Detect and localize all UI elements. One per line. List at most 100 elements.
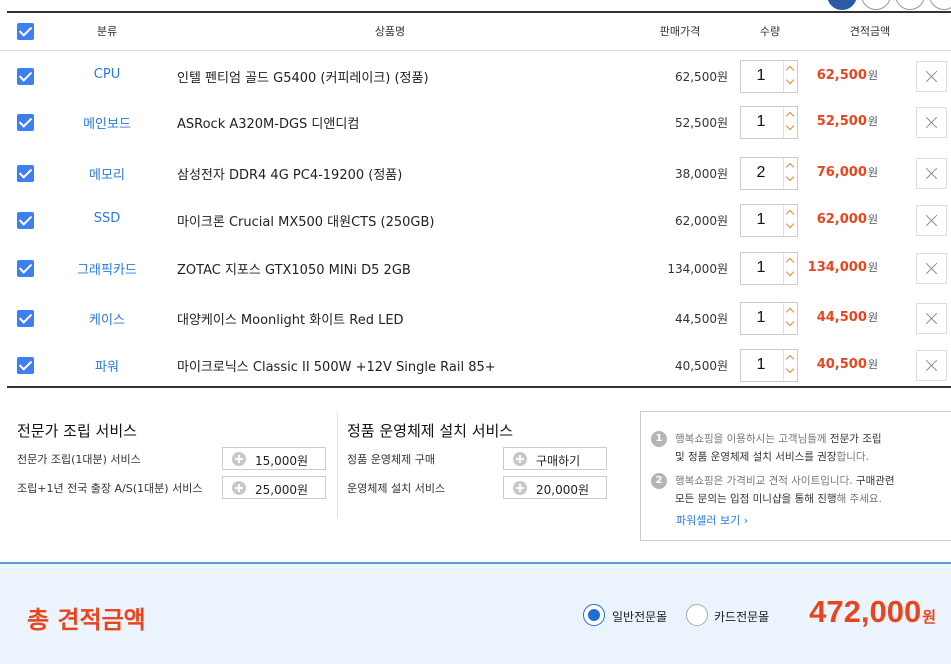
quantity-stepper[interactable]: 1 bbox=[740, 106, 798, 139]
chevron-updown-icon[interactable] bbox=[783, 350, 797, 381]
row-estimate: 62,500원 bbox=[817, 67, 878, 83]
decrease-arrow-icon[interactable] bbox=[785, 364, 795, 374]
increase-arrow-icon[interactable] bbox=[785, 354, 795, 364]
row-estimate-value: 52,500 bbox=[816, 114, 867, 129]
increase-arrow-icon[interactable] bbox=[785, 65, 795, 75]
page-dot[interactable] bbox=[895, 0, 925, 10]
assembly-as-option-button[interactable]: 25,000원 bbox=[222, 476, 326, 499]
row-category[interactable]: 메인보드 bbox=[67, 113, 147, 132]
row-estimate-value: 76,000 bbox=[816, 165, 867, 180]
chevron-updown-icon[interactable] bbox=[783, 61, 797, 92]
close-icon[interactable] bbox=[916, 107, 947, 138]
decrease-arrow-icon[interactable] bbox=[785, 219, 795, 229]
chevron-updown-icon[interactable] bbox=[783, 253, 797, 284]
currency-unit: 원 bbox=[867, 311, 878, 324]
general-mall-radio[interactable] bbox=[583, 604, 605, 626]
row-price: 52,500원 bbox=[674, 116, 728, 130]
page-dot[interactable] bbox=[861, 0, 891, 10]
row-product-name[interactable]: 삼성전자 DDR4 4G PC4-19200 (정품) bbox=[177, 164, 402, 183]
close-icon[interactable] bbox=[916, 253, 947, 284]
quantity-value[interactable]: 1 bbox=[741, 309, 781, 327]
quantity-value[interactable]: 1 bbox=[741, 211, 781, 229]
table-header: 분류 상품명 판매가격 수량 견적금액 bbox=[0, 13, 951, 51]
row-estimate: 134,000원 bbox=[808, 259, 878, 275]
os-install-label: 운영체제 설치 서비스 bbox=[347, 482, 446, 495]
quantity-value[interactable]: 2 bbox=[741, 164, 781, 182]
table-bottom-border bbox=[7, 386, 951, 388]
increase-arrow-icon[interactable] bbox=[785, 111, 795, 121]
total-title: 총 견적금액 bbox=[27, 606, 146, 634]
row-checkbox[interactable] bbox=[17, 114, 34, 131]
table-row: SSD 마이크론 Crucial MX500 대원CTS (250GB) 62,00… bbox=[0, 198, 951, 244]
button-label: 15,000원 bbox=[255, 454, 309, 468]
note-highlight: 전문가 조립 bbox=[829, 433, 882, 445]
decrease-arrow-icon[interactable] bbox=[785, 317, 795, 327]
row-estimate: 40,500원 bbox=[817, 356, 878, 372]
close-icon[interactable] bbox=[916, 61, 947, 92]
power-seller-link[interactable]: 파워셀러 보기 › bbox=[676, 512, 748, 528]
plus-circle-icon bbox=[232, 481, 246, 495]
row-product-name[interactable]: 인텔 펜티엄 골드 G5400 (커피레이크) (정품) bbox=[177, 67, 429, 86]
quantity-value[interactable]: 1 bbox=[741, 356, 781, 374]
quantity-value[interactable]: 1 bbox=[741, 67, 781, 85]
increase-arrow-icon[interactable] bbox=[785, 307, 795, 317]
row-estimate: 44,500원 bbox=[817, 309, 878, 325]
note-text: 행복쇼핑은 가격비교 견적 사이트입니다. bbox=[675, 475, 856, 487]
page-dot[interactable] bbox=[929, 0, 951, 10]
decrease-arrow-icon[interactable] bbox=[785, 75, 795, 85]
row-category[interactable]: 메모리 bbox=[67, 164, 147, 183]
os-install-button[interactable]: 20,000원 bbox=[503, 476, 607, 499]
quantity-stepper[interactable]: 1 bbox=[740, 204, 798, 237]
page-dot-active[interactable] bbox=[827, 0, 857, 10]
increase-arrow-icon[interactable] bbox=[785, 162, 795, 172]
note-text: 행복쇼핑을 이용하시는 고객님들께 bbox=[675, 433, 830, 445]
decrease-arrow-icon[interactable] bbox=[785, 267, 795, 277]
row-product-name[interactable]: ZOTAC 지포스 GTX1050 MINi D5 2GB bbox=[177, 259, 411, 278]
currency-unit: 원 bbox=[867, 115, 878, 128]
select-all-checkbox[interactable] bbox=[17, 23, 34, 40]
row-checkbox[interactable] bbox=[17, 68, 34, 85]
row-product-name[interactable]: 대양케이스 Moonlight 화이트 Red LED bbox=[177, 309, 404, 328]
decrease-arrow-icon[interactable] bbox=[785, 172, 795, 182]
row-category[interactable]: 그래픽카드 bbox=[67, 259, 147, 278]
close-icon[interactable] bbox=[916, 350, 947, 381]
quantity-stepper[interactable]: 2 bbox=[740, 157, 798, 190]
quantity-stepper[interactable]: 1 bbox=[740, 349, 798, 382]
quantity-value[interactable]: 1 bbox=[741, 259, 781, 277]
close-icon[interactable] bbox=[916, 158, 947, 189]
row-product-name[interactable]: 마이크로닉스 Classic II 500W +12V Single Rail … bbox=[177, 356, 496, 375]
row-checkbox[interactable] bbox=[17, 165, 34, 182]
row-estimate: 52,500원 bbox=[817, 113, 878, 129]
row-estimate-value: 40,500 bbox=[816, 357, 867, 372]
close-icon[interactable] bbox=[916, 205, 947, 236]
row-category[interactable]: SSD bbox=[67, 211, 147, 226]
row-checkbox[interactable] bbox=[17, 212, 34, 229]
row-category[interactable]: 파워 bbox=[67, 356, 147, 375]
increase-arrow-icon[interactable] bbox=[785, 209, 795, 219]
row-estimate-value: 62,000 bbox=[816, 212, 867, 227]
row-checkbox[interactable] bbox=[17, 260, 34, 277]
close-icon[interactable] bbox=[916, 303, 947, 334]
row-checkbox[interactable] bbox=[17, 357, 34, 374]
currency-unit: 원 bbox=[867, 166, 878, 179]
chevron-updown-icon[interactable] bbox=[783, 303, 797, 334]
quantity-stepper[interactable]: 1 bbox=[740, 302, 798, 335]
quantity-value[interactable]: 1 bbox=[741, 113, 781, 131]
decrease-arrow-icon[interactable] bbox=[785, 121, 795, 131]
grand-total: 472,000원 bbox=[809, 594, 936, 630]
chevron-updown-icon[interactable] bbox=[783, 158, 797, 189]
assembly-option-button[interactable]: 15,000원 bbox=[222, 447, 326, 470]
os-purchase-button[interactable]: 구매하기 bbox=[503, 447, 607, 470]
chevron-updown-icon[interactable] bbox=[783, 205, 797, 236]
row-product-name[interactable]: 마이크론 Crucial MX500 대원CTS (250GB) bbox=[177, 211, 434, 230]
table-row: 케이스 대양케이스 Moonlight 화이트 Red LED 44,500원 1 44… bbox=[0, 296, 951, 342]
row-category[interactable]: CPU bbox=[67, 67, 147, 82]
row-category[interactable]: 케이스 bbox=[67, 309, 147, 328]
chevron-updown-icon[interactable] bbox=[783, 107, 797, 138]
row-product-name[interactable]: ASRock A320M-DGS 디앤디컴 bbox=[177, 113, 359, 132]
row-checkbox[interactable] bbox=[17, 310, 34, 327]
quantity-stepper[interactable]: 1 bbox=[740, 60, 798, 93]
quantity-stepper[interactable]: 1 bbox=[740, 252, 798, 285]
card-mall-radio[interactable] bbox=[686, 604, 708, 626]
increase-arrow-icon[interactable] bbox=[785, 257, 795, 267]
